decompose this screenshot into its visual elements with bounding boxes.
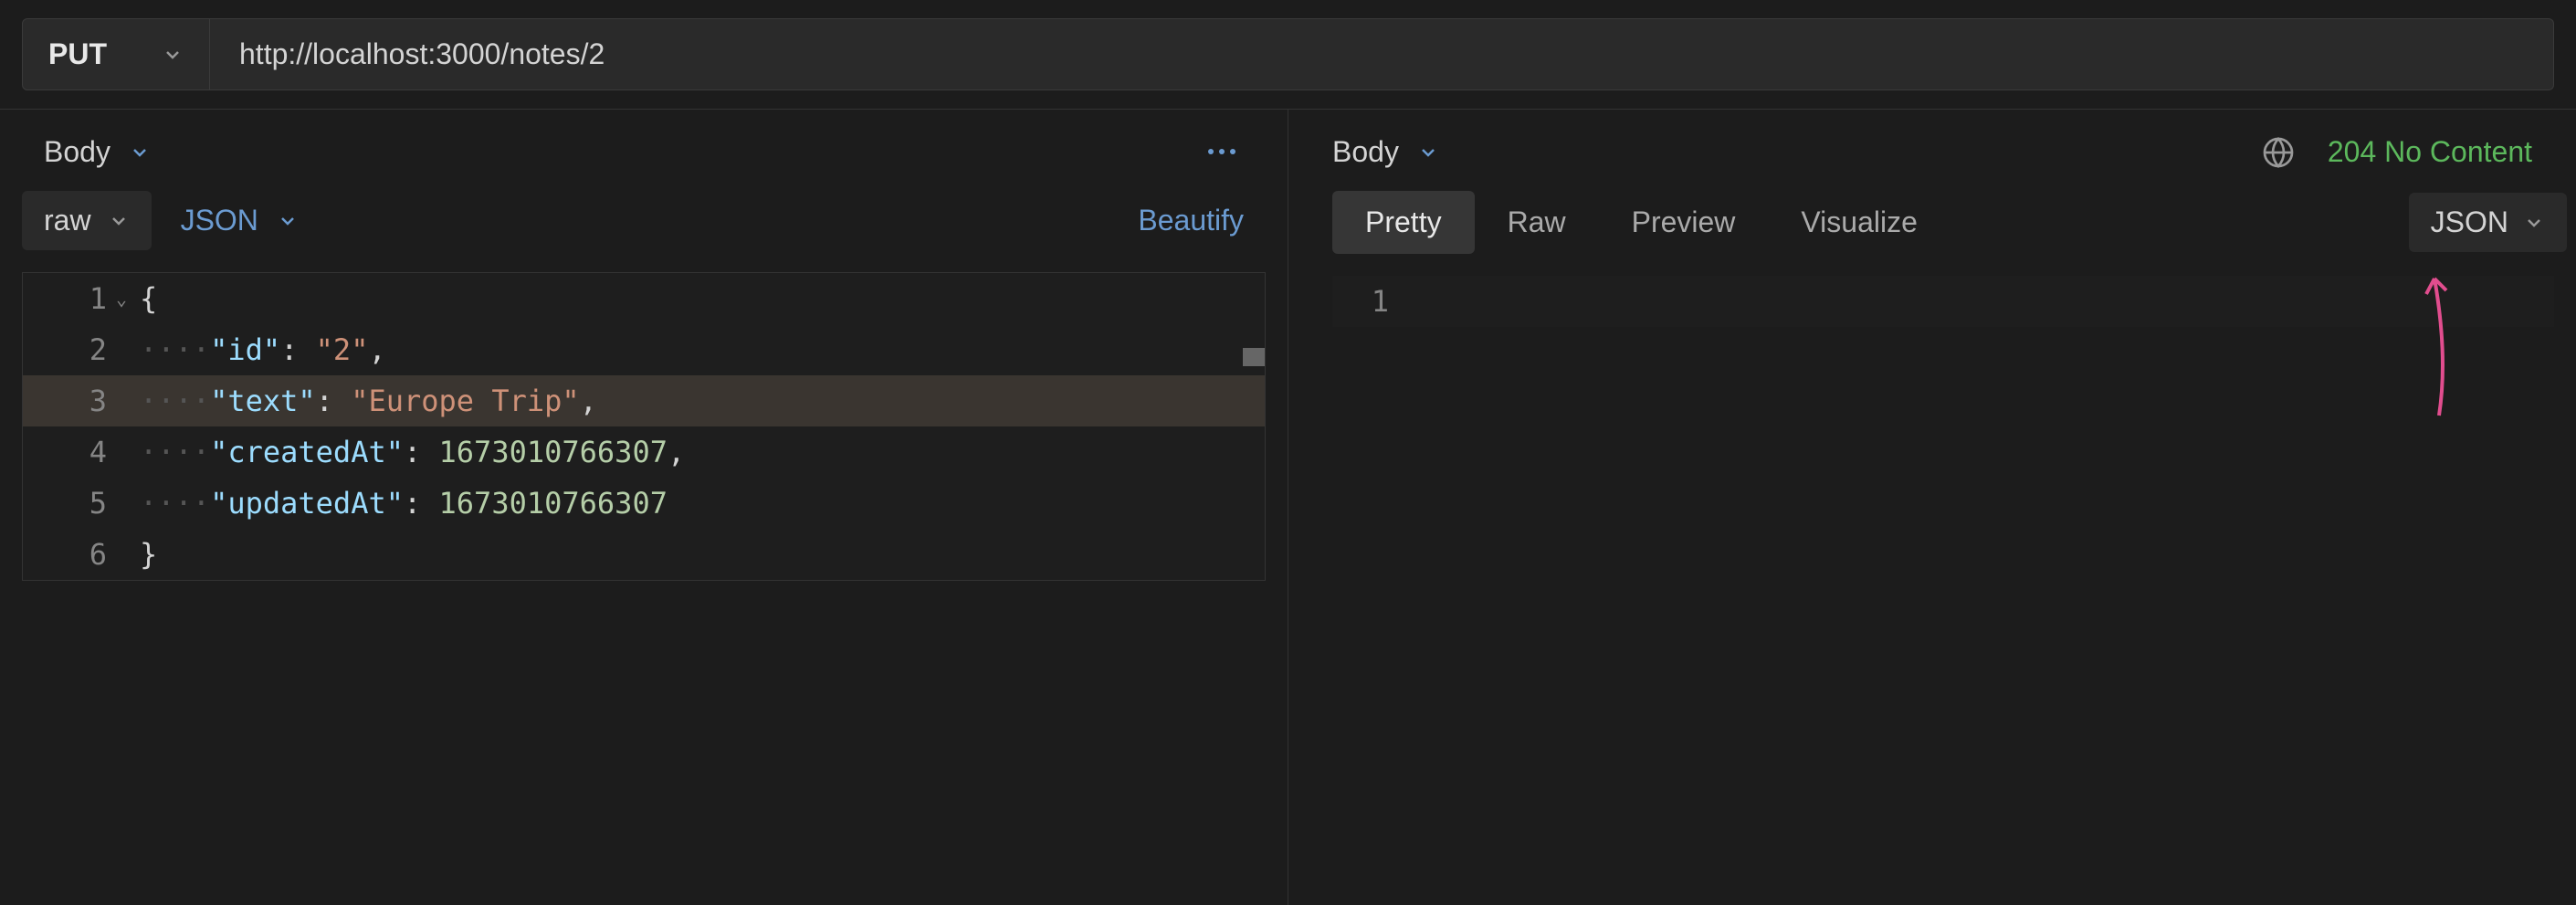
separator: : bbox=[404, 435, 439, 469]
http-method-value: PUT bbox=[48, 37, 107, 71]
code-token: { bbox=[140, 281, 157, 316]
indent: ···· bbox=[140, 332, 210, 367]
comma: , bbox=[580, 384, 597, 418]
request-bar: PUT http://localhost:3000/notes/2 bbox=[0, 0, 2576, 110]
globe-icon[interactable] bbox=[2262, 136, 2295, 169]
tab-preview[interactable]: Preview bbox=[1599, 191, 1769, 254]
indent: ···· bbox=[140, 435, 210, 469]
json-key: "id" bbox=[210, 332, 280, 367]
fold-icon[interactable]: ⌄ bbox=[116, 288, 127, 310]
json-key: "updatedAt" bbox=[210, 486, 404, 521]
code-token: } bbox=[140, 537, 157, 572]
body-label: Body bbox=[44, 135, 110, 169]
response-body-viewer[interactable]: 1 bbox=[1332, 276, 2554, 327]
json-label: JSON bbox=[181, 204, 258, 237]
chevron-down-icon bbox=[277, 210, 299, 232]
comma: , bbox=[368, 332, 385, 367]
json-key: "createdAt" bbox=[210, 435, 404, 469]
json-value: "2" bbox=[316, 332, 369, 367]
line-number: 1 bbox=[89, 281, 107, 316]
request-panel: Body raw JSON Beautify 1 ⌄ { bbox=[0, 110, 1288, 905]
indent: ···· bbox=[140, 384, 210, 418]
json-value: 1673010766307 bbox=[439, 486, 668, 521]
response-body-dropdown[interactable]: Body bbox=[1332, 135, 1439, 169]
line-number: 5 bbox=[23, 486, 123, 521]
request-body-dropdown[interactable]: Body bbox=[44, 135, 151, 169]
separator: : bbox=[316, 384, 352, 418]
chevron-down-icon bbox=[162, 44, 184, 66]
beautify-button[interactable]: Beautify bbox=[1138, 204, 1244, 237]
line-number: 4 bbox=[23, 435, 123, 469]
json-value: "Europe Trip" bbox=[351, 384, 579, 418]
chevron-down-icon bbox=[108, 210, 130, 232]
body-label: Body bbox=[1332, 135, 1399, 169]
raw-label: raw bbox=[44, 204, 91, 237]
more-options-icon[interactable] bbox=[1200, 135, 1244, 169]
response-panel: Body 204 No Content Pretty Raw Preview V… bbox=[1288, 110, 2576, 905]
url-input[interactable]: http://localhost:3000/notes/2 bbox=[210, 18, 2554, 90]
response-format-select[interactable]: JSON bbox=[2409, 193, 2567, 252]
line-number: 1 bbox=[1332, 284, 1405, 319]
line-number: 3 bbox=[23, 384, 123, 418]
indent: ···· bbox=[140, 486, 210, 521]
tab-visualize[interactable]: Visualize bbox=[1768, 191, 1950, 254]
http-method-select[interactable]: PUT bbox=[22, 18, 210, 90]
separator: : bbox=[404, 486, 439, 521]
status-code: 204 No Content bbox=[2328, 135, 2532, 169]
json-value: 1673010766307 bbox=[439, 435, 668, 469]
scroll-indicator[interactable] bbox=[1243, 348, 1265, 366]
chevron-down-icon bbox=[129, 142, 151, 163]
comma: , bbox=[668, 435, 685, 469]
line-number: 6 bbox=[23, 537, 123, 572]
json-key: "text" bbox=[210, 384, 316, 418]
tab-raw[interactable]: Raw bbox=[1475, 191, 1599, 254]
tab-pretty[interactable]: Pretty bbox=[1332, 191, 1475, 254]
content-type-select[interactable]: JSON bbox=[173, 191, 306, 250]
line-number: 2 bbox=[23, 332, 123, 367]
chevron-down-icon bbox=[1417, 142, 1439, 163]
separator: : bbox=[280, 332, 316, 367]
json-label: JSON bbox=[2431, 205, 2508, 239]
request-body-editor[interactable]: 1⌄ { 2 ····"id": "2", 3 ····"text": "Eur… bbox=[22, 272, 1266, 581]
body-type-select[interactable]: raw bbox=[22, 191, 152, 250]
chevron-down-icon bbox=[2523, 212, 2545, 234]
